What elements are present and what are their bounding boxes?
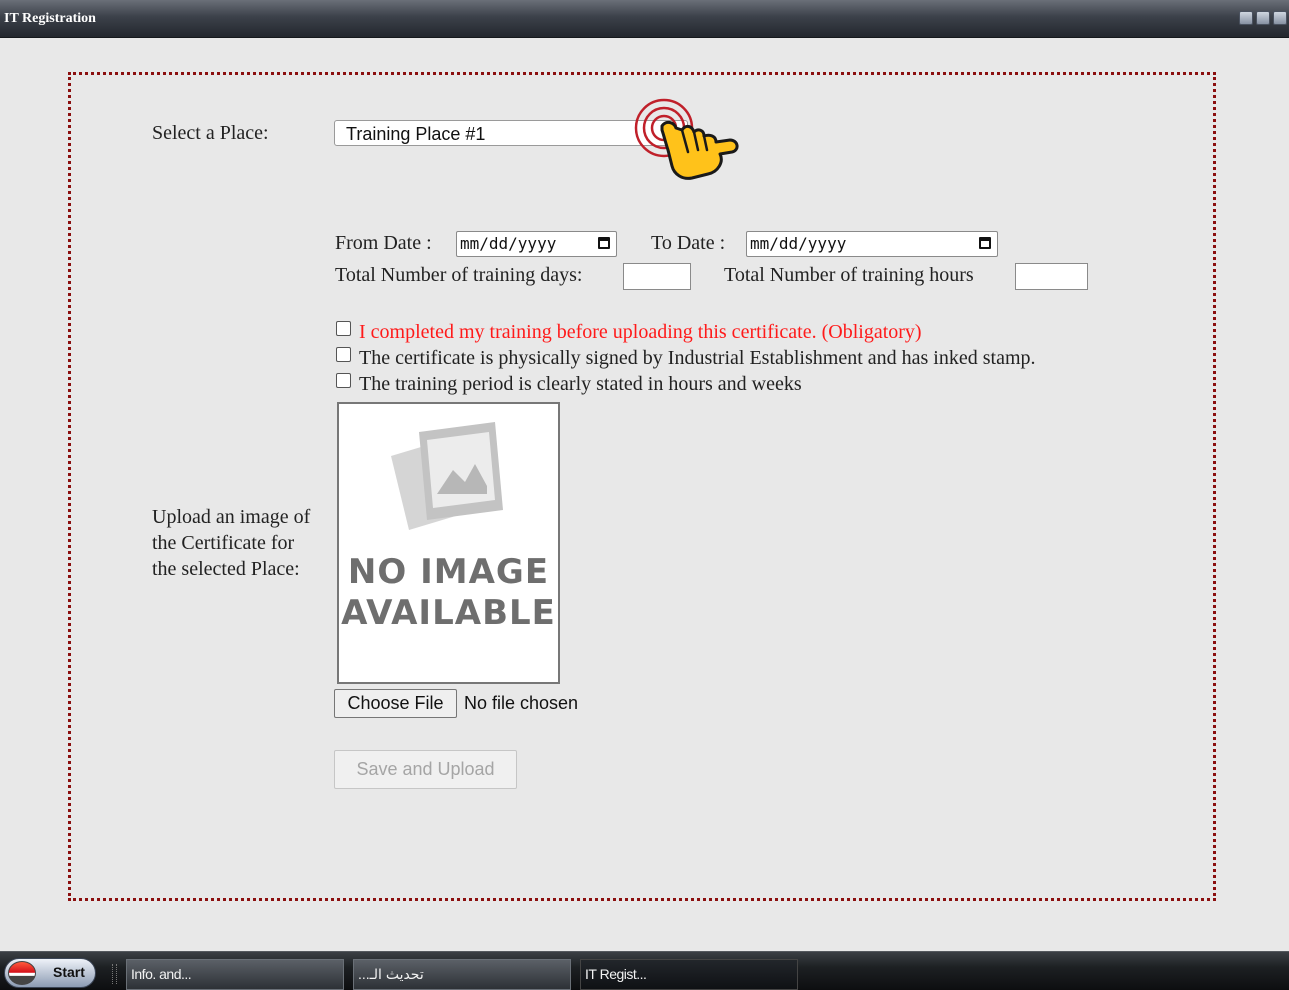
period-stated-checkbox-label: The training period is clearly stated in…	[359, 373, 802, 395]
to-date-placeholder: mm/dd/yyyy	[750, 234, 847, 253]
upload-label-line-1: Upload an image of	[152, 506, 311, 528]
period-stated-checkbox[interactable]	[336, 373, 351, 388]
obligatory-checkbox[interactable]	[336, 321, 351, 336]
file-status-text: No file chosen	[464, 693, 579, 713]
to-date-input[interactable]: mm/dd/yyyy	[746, 231, 998, 257]
no-image-placeholder-icon	[391, 422, 503, 530]
upload-label-line-3: the selected Place:	[152, 558, 300, 580]
taskbar-item-it-registration[interactable]: IT Regist...	[580, 959, 798, 990]
window-title: IT Registration	[4, 11, 96, 26]
window-controls	[1239, 11, 1287, 25]
training-hours-label: Total Number of training hours	[724, 264, 974, 286]
taskbar-item-update[interactable]: ...تحديث الـ	[353, 959, 571, 990]
calendar-icon[interactable]	[598, 237, 610, 249]
start-label: Start	[53, 964, 85, 980]
taskbar-item-info[interactable]: Info. and...	[126, 959, 344, 990]
signed-stamp-checkbox-label: The certificate is physically signed by …	[359, 347, 1036, 369]
choose-file-button[interactable]: Choose File	[334, 689, 457, 718]
from-date-input[interactable]: mm/dd/yyyy	[456, 231, 617, 257]
form-frame	[68, 72, 1216, 901]
no-image-text-line-1: NO IMAGE	[347, 552, 550, 592]
start-orb-icon	[8, 961, 36, 985]
no-image-text-line-2: AVAILABLE	[341, 593, 556, 633]
upload-label-line-2: the Certificate for	[152, 532, 295, 554]
minimize-button[interactable]	[1239, 11, 1253, 25]
training-hours-input[interactable]	[1015, 263, 1088, 290]
signed-stamp-checkbox[interactable]	[336, 347, 351, 362]
restore-button[interactable]	[1256, 11, 1270, 25]
obligatory-checkbox-label: I completed my training before uploading…	[359, 321, 922, 343]
from-date-label: From Date :	[335, 232, 432, 254]
pointer-hand-cursor-icon	[634, 98, 739, 180]
close-button[interactable]	[1273, 11, 1287, 25]
calendar-icon[interactable]	[979, 237, 991, 249]
place-label: Select a Place:	[152, 122, 269, 144]
save-upload-button[interactable]: Save and Upload	[334, 750, 517, 789]
window-title-bar: IT Registration	[0, 0, 1289, 38]
training-days-label: Total Number of training days:	[335, 264, 583, 286]
certificate-image-preview: NO IMAGE AVAILABLE	[337, 402, 560, 684]
start-button[interactable]: Start	[4, 958, 96, 988]
training-days-input[interactable]	[623, 263, 691, 290]
from-date-placeholder: mm/dd/yyyy	[460, 234, 557, 253]
taskbar-separator	[112, 964, 117, 984]
taskbar: Start Info. and... ...تحديث الـ IT Regis…	[0, 951, 1289, 990]
to-date-label: To Date :	[651, 232, 726, 254]
place-select-value: Training Place #1	[346, 124, 486, 144]
